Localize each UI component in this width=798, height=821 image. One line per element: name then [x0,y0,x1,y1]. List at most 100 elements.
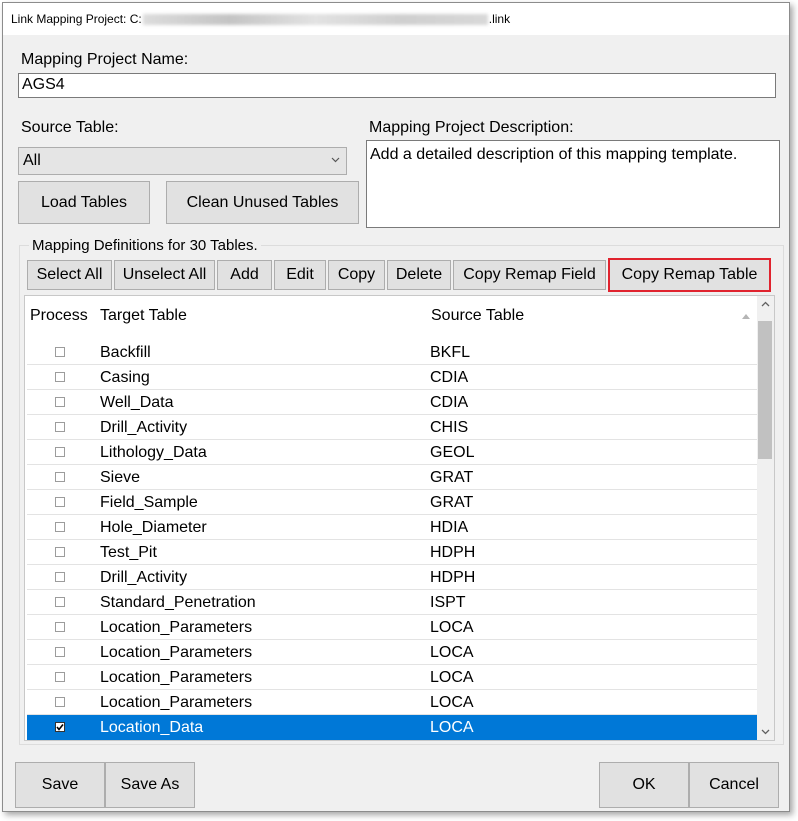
target-table-cell: Field_Sample [100,494,198,511]
copy-remap-field-button[interactable]: Copy Remap Field [453,260,606,290]
project-name-label: Mapping Project Name: [21,51,189,68]
target-table-cell: Sieve [100,469,141,486]
target-table-cell: Standard_Penetration [100,594,256,611]
process-checkbox[interactable] [55,722,65,732]
ok-button[interactable]: OK [599,762,689,808]
scrollbar-thumb[interactable] [758,321,772,459]
table-row[interactable]: Lithology_Data GEOL [27,440,757,465]
source-table-cell: GRAT [430,494,474,511]
source-table-cell: ISPT [430,594,466,611]
table-row[interactable]: Location_Parameters LOCA [27,690,757,715]
table-row[interactable]: Casing CDIA [27,365,757,390]
process-checkbox[interactable] [55,647,65,657]
source-table-cell: LOCA [430,669,474,686]
source-table-cell: HDIA [430,519,469,536]
table-row[interactable]: Location_Parameters LOCA [27,665,757,690]
delete-button[interactable]: Delete [387,260,451,290]
source-table-select[interactable]: All [18,147,347,175]
process-checkbox[interactable] [55,447,65,457]
target-table-cell: Test_Pit [100,544,157,561]
process-checkbox[interactable] [55,497,65,507]
title-bar: Link Mapping Project: C: .link [3,3,789,35]
table-row[interactable]: Well_Data CDIA [27,390,757,415]
target-table-cell: Lithology_Data [100,444,207,461]
description-textarea[interactable]: Add a detailed description of this mappi… [366,140,780,228]
process-checkbox[interactable] [55,472,65,482]
target-table-cell: Drill_Activity [100,569,188,586]
target-table-cell: Backfill [100,344,151,361]
save-button[interactable]: Save [15,762,105,808]
table-row[interactable]: Location_Parameters LOCA [27,640,757,665]
source-table-label: Source Table: [21,119,119,136]
process-checkbox[interactable] [55,572,65,582]
copy-remap-table-button[interactable]: Copy Remap Table [608,258,771,292]
target-table-cell: Location_Parameters [100,619,253,636]
process-checkbox[interactable] [55,397,65,407]
source-table-cell: GRAT [430,469,474,486]
process-checkbox[interactable] [55,622,65,632]
table-row[interactable]: Sieve GRAT [27,465,757,490]
checkmark-icon [56,724,64,731]
mapping-project-dialog: Link Mapping Project: C: .link Mapping Pr… [2,2,790,812]
table-row[interactable]: Standard_Penetration ISPT [27,590,757,615]
table-row[interactable]: Drill_Activity CHIS [27,415,757,440]
target-table-cell: Location_Data [100,719,204,736]
process-checkbox[interactable] [55,347,65,357]
process-checkbox[interactable] [55,422,65,432]
table-row[interactable]: Test_Pit HDPH [27,540,757,565]
column-header-target-table[interactable]: Target Table [100,307,187,325]
window-title-suffix: .link [488,12,511,26]
source-table-cell: CHIS [430,419,469,436]
target-table-cell: Well_Data [100,394,174,411]
clean-unused-tables-button[interactable]: Clean Unused Tables [166,181,359,224]
table-row[interactable]: Location_Parameters LOCA [27,615,757,640]
description-label: Mapping Project Description: [369,119,574,136]
source-table-cell: CDIA [430,369,469,386]
column-header-source-table[interactable]: Source Table [431,307,524,325]
add-button[interactable]: Add [217,260,272,290]
target-table-cell: Location_Parameters [100,669,253,686]
source-table-cell: LOCA [430,619,474,636]
table-row[interactable]: Hole_Diameter HDIA [27,515,757,540]
source-table-cell: HDPH [430,544,476,561]
grid-header: Process Target Table Source Table [25,296,757,340]
source-table-cell: GEOL [430,444,475,461]
process-checkbox[interactable] [55,522,65,532]
process-checkbox[interactable] [55,597,65,607]
save-as-button[interactable]: Save As [105,762,195,808]
target-table-cell: Location_Parameters [100,694,253,711]
source-table-cell: HDPH [430,569,476,586]
window-title-prefix: Link Mapping Project: C: [11,12,142,26]
source-table-cell: LOCA [430,694,474,711]
table-row[interactable]: Location_Data LOCA [27,715,757,740]
scroll-down-icon[interactable] [757,723,774,740]
table-row[interactable]: Backfill BKFL [27,340,757,365]
mapping-definitions-label: Mapping Definitions for 30 Tables. [29,237,261,254]
mapping-definitions-grid[interactable]: Process Target Table Source Table Backfi… [24,295,775,741]
select-all-button[interactable]: Select All [27,260,112,290]
source-table-selected: All [23,152,41,169]
table-row[interactable]: Drill_Activity HDPH [27,565,757,590]
source-table-cell: BKFL [430,344,471,361]
process-checkbox[interactable] [55,672,65,682]
target-table-cell: Casing [100,369,150,386]
redacted-path [142,14,488,26]
sort-ascending-icon [742,314,750,319]
source-table-cell: LOCA [430,644,474,661]
load-tables-button[interactable]: Load Tables [18,181,150,224]
process-checkbox[interactable] [55,697,65,707]
target-table-cell: Location_Parameters [100,644,253,661]
unselect-all-button[interactable]: Unselect All [114,260,215,290]
edit-button[interactable]: Edit [274,260,326,290]
process-checkbox[interactable] [55,372,65,382]
process-checkbox[interactable] [55,547,65,557]
project-name-input[interactable]: AGS4 [18,73,776,98]
target-table-cell: Drill_Activity [100,419,188,436]
table-row[interactable]: Field_Sample GRAT [27,490,757,515]
cancel-button[interactable]: Cancel [689,762,779,808]
column-header-process[interactable]: Process [30,307,88,325]
vertical-scrollbar[interactable] [757,296,774,740]
copy-button[interactable]: Copy [328,260,385,290]
scroll-up-icon[interactable] [757,296,774,313]
window-title: Link Mapping Project: C: .link [11,12,510,26]
